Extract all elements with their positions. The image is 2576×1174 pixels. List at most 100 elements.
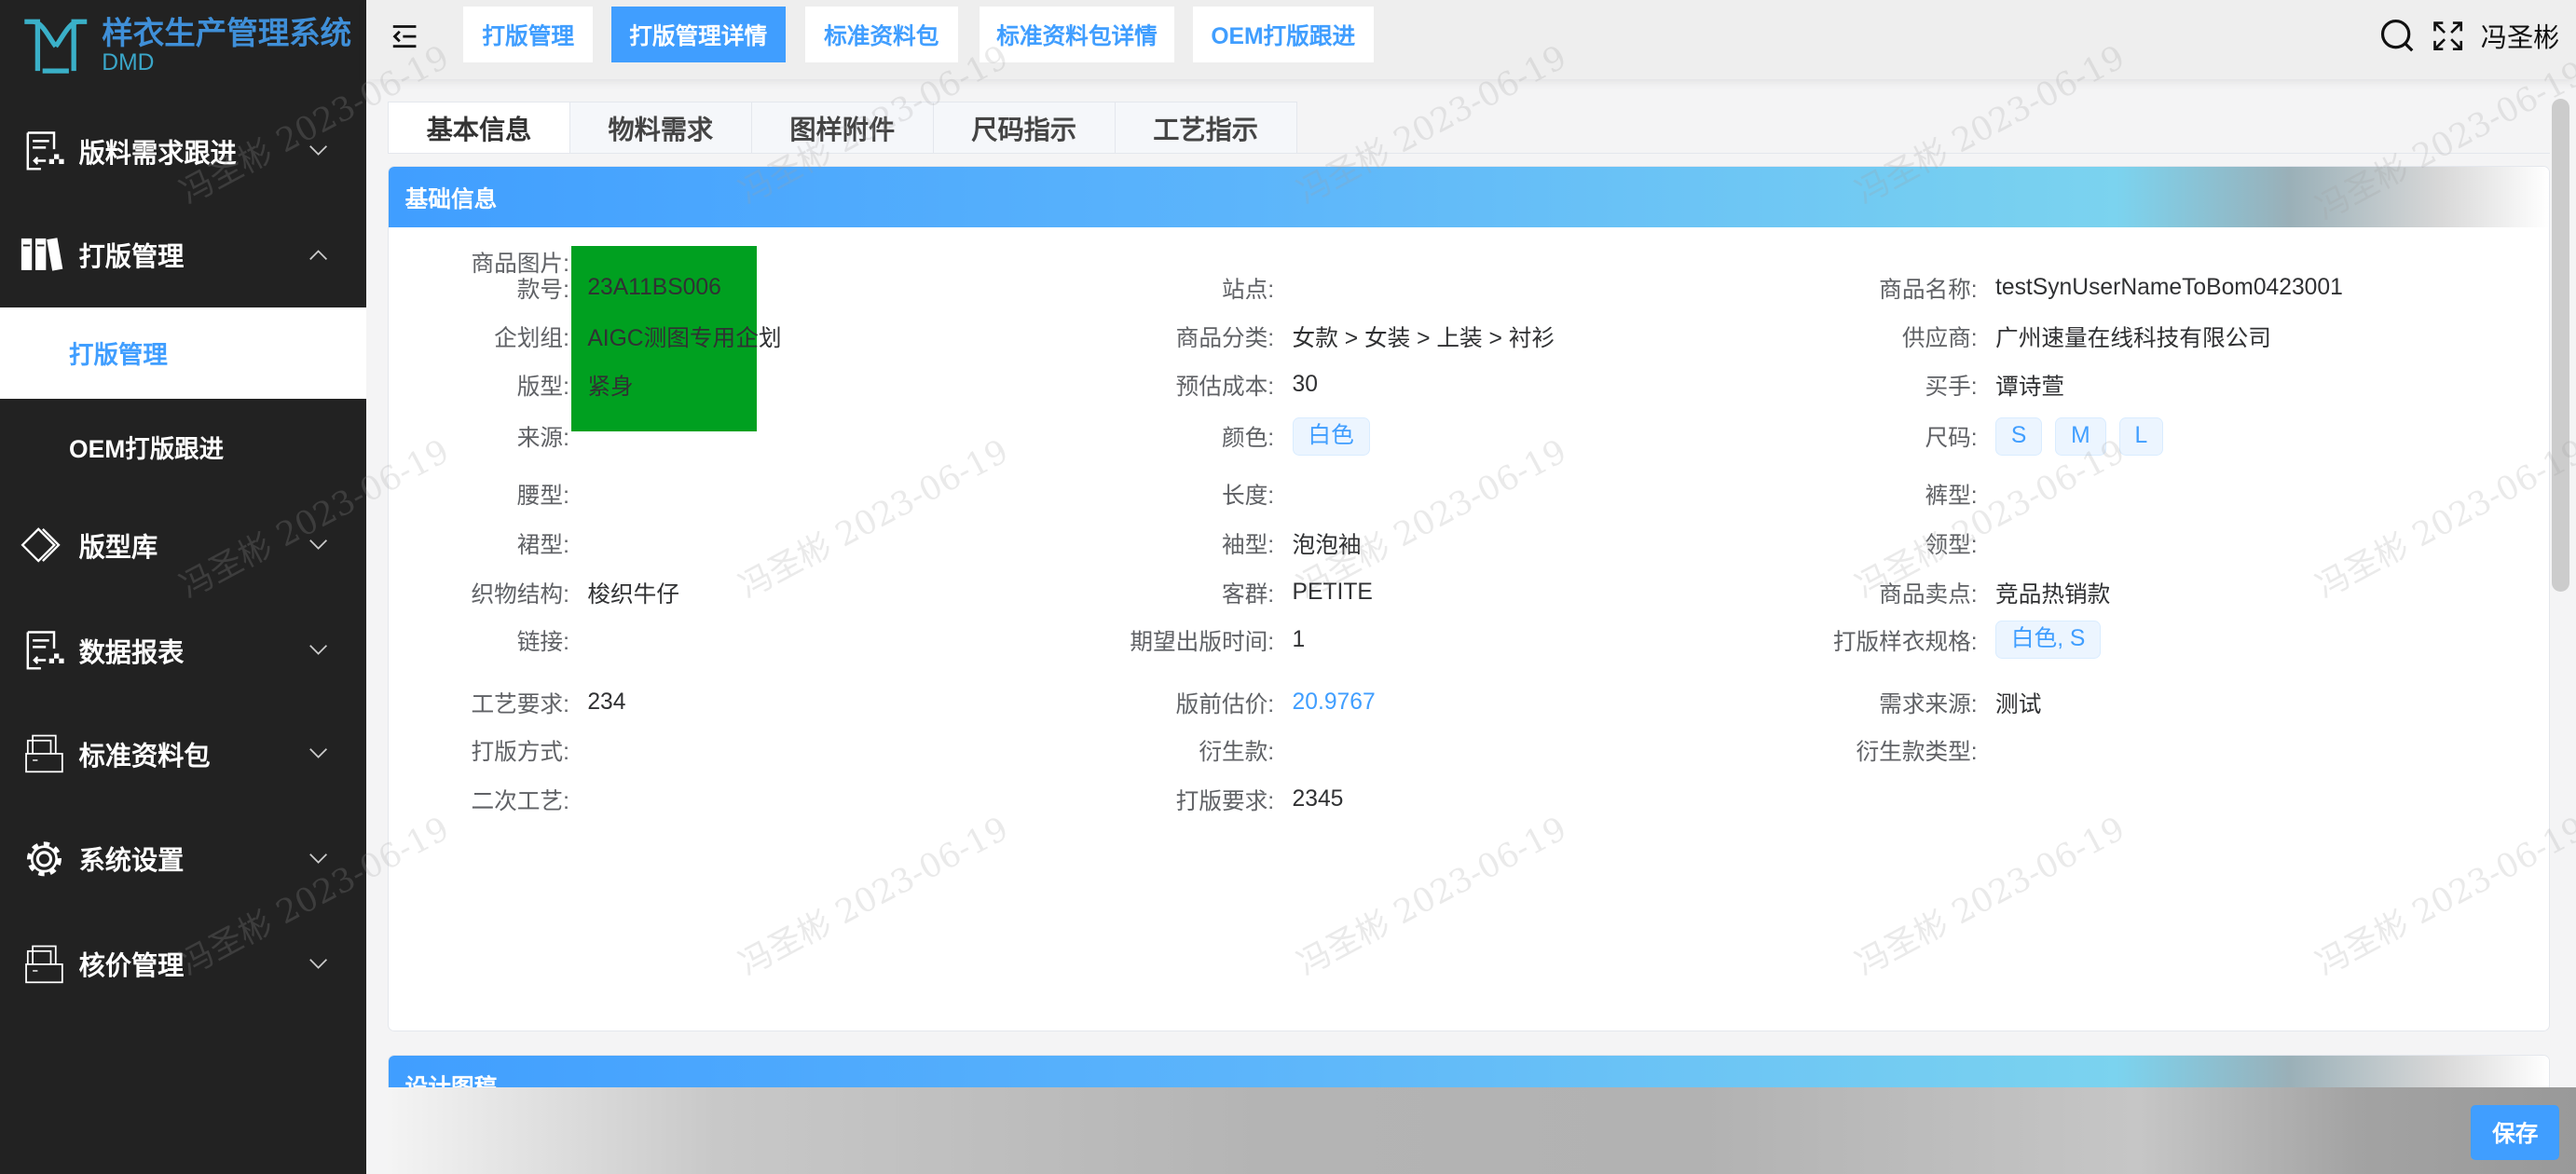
- field-label: 尺码:: [1925, 426, 1978, 452]
- field-label: 袖型:: [1221, 532, 1275, 558]
- header-tab-3[interactable]: 标准资料包详情: [979, 7, 1175, 62]
- sidebar-item-label: 版料需求跟进: [78, 137, 237, 168]
- sidebar-item-4[interactable]: 标准资料包: [0, 708, 366, 800]
- field-19: 客群: PETITE: [1093, 572, 1373, 611]
- field-26: 需求来源: 测试: [1797, 683, 2041, 722]
- field-label: 腰型:: [516, 483, 569, 509]
- field-4: 商品分类: 女款 > 女装 > 上装 > 衬衫: [1093, 316, 1555, 355]
- value-link[interactable]: 20.9767: [1293, 689, 1376, 716]
- gear-icon: [20, 838, 69, 880]
- chevron-down-icon: [301, 747, 337, 760]
- sidebar-item-6[interactable]: 核价管理: [0, 918, 366, 1010]
- field-12: 腰型:: [389, 474, 587, 513]
- header-tab-2[interactable]: 标准资料包: [804, 7, 958, 62]
- field-label: 打版方式:: [471, 739, 569, 765]
- field-label: 打版要求:: [1175, 788, 1275, 814]
- value-text: 竞品热销款: [1995, 581, 2111, 607]
- field-value: AIGC测图专用企划: [587, 320, 781, 353]
- field-9: 来源:: [389, 416, 587, 456]
- field-value: 30: [1293, 372, 1318, 398]
- field-label: 裤型:: [1925, 483, 1978, 509]
- sidebar-item-label: 打版管理: [78, 240, 185, 271]
- field-label: 来源:: [516, 426, 569, 452]
- logo: 样衣生产管理系统 DMD: [20, 17, 351, 83]
- app-title: 样衣生产管理系统: [102, 16, 352, 51]
- report-icon: [20, 629, 69, 672]
- field-22: 期望出版时间: 1: [1093, 621, 1305, 660]
- field-10: 颜色: 白色: [1093, 416, 1370, 456]
- sidebar-item-2[interactable]: 版型库: [0, 499, 366, 592]
- footer-bar: 保存: [388, 1086, 2576, 1174]
- value-text: 梭织牛仔: [587, 581, 679, 607]
- save-button[interactable]: 保存: [2471, 1105, 2560, 1160]
- field-27: 打版方式:: [389, 730, 587, 770]
- sidebar-item-1[interactable]: 打版管理: [0, 209, 366, 301]
- sidebar-subitem-1[interactable]: OEM打版跟进: [0, 401, 366, 493]
- field-value: 女款 > 女装 > 上装 > 衬衫: [1293, 320, 1555, 353]
- chevron-down-icon: [301, 958, 337, 971]
- content-tab-1[interactable]: 物料需求: [569, 102, 751, 154]
- field-value: 紧身: [587, 368, 633, 402]
- field-15: 裙型:: [389, 524, 587, 563]
- field-label: 长度:: [1221, 483, 1275, 509]
- header-tab-4[interactable]: OEM打版跟进: [1192, 7, 1374, 62]
- field-value: testSynUserNameToBom0423001: [1995, 275, 2343, 301]
- sidebar-item-label: 核价管理: [78, 950, 185, 981]
- field-value: 2345: [1293, 786, 1344, 812]
- field-24: 工艺要求: 234: [389, 683, 625, 722]
- field-18: 织物结构: 梭织牛仔: [389, 572, 679, 611]
- field-1: 站点:: [1093, 268, 1292, 307]
- search-icon[interactable]: [2379, 18, 2416, 54]
- content-tab-2[interactable]: 图样附件: [750, 102, 933, 154]
- top-header: 打版管理 打版管理详情 标准资料包 标准资料包详情 OEM打版跟进 冯圣彬: [366, 0, 2576, 79]
- value-text: 谭诗萱: [1995, 375, 2065, 401]
- content-tab-3[interactable]: 尺码指示: [932, 102, 1115, 154]
- sidebar-subitem-0[interactable]: 打版管理: [0, 307, 367, 400]
- field-label: 链接:: [516, 629, 569, 655]
- value-text: testSynUserNameToBom0423001: [1995, 275, 2343, 301]
- menu-toggle-icon[interactable]: [391, 23, 418, 49]
- field-value: 白色, S: [1995, 621, 2102, 660]
- sidebar-item-label: 数据报表: [78, 636, 185, 667]
- sidebar-item-3[interactable]: 数据报表: [0, 605, 366, 697]
- field-label: 商品分类:: [1175, 325, 1275, 351]
- sidebar-item-5[interactable]: 系统设置: [0, 813, 366, 906]
- field-29: 衍生款类型:: [1797, 730, 1995, 770]
- field-31: 打版要求: 2345: [1093, 780, 1344, 819]
- field-16: 袖型: 泡泡袖: [1093, 524, 1362, 563]
- user-name[interactable]: 冯圣彬: [2481, 17, 2560, 55]
- sidebar-item-label: 系统设置: [78, 845, 185, 876]
- field-25: 版前估价: 20.9767: [1093, 683, 1376, 722]
- layers-icon: [20, 524, 69, 567]
- field-value: 梭织牛仔: [587, 576, 679, 609]
- basic-info-title: 基础信息: [389, 167, 2549, 228]
- value-text: 23A11BS006: [587, 275, 721, 301]
- header-tab-0[interactable]: 打版管理: [463, 7, 594, 62]
- report-icon: [20, 130, 69, 172]
- header-tab-1[interactable]: 打版管理详情: [610, 7, 786, 62]
- app-root: 样衣生产管理系统 DMD 版料需求跟进 打版管理 版型库 数据报表 标准资料包 系统设置 核价…: [0, 0, 2576, 1174]
- field-label: 供应商:: [1901, 325, 1978, 351]
- value-text: PETITE: [1292, 579, 1373, 605]
- field-value: SML: [1995, 416, 2164, 456]
- field-label: 预估成本:: [1175, 375, 1275, 401]
- field-label: 工艺要求:: [471, 691, 569, 717]
- field-23: 打版样衣规格: 白色, S: [1797, 621, 2102, 660]
- sidebar-item-0[interactable]: 版料需求跟进: [0, 105, 366, 198]
- field-label: 二次工艺:: [471, 788, 569, 814]
- fullscreen-icon[interactable]: [2432, 20, 2464, 52]
- field-20: 商品卖点: 竞品热销款: [1797, 572, 2111, 611]
- bom-folder-icon: [20, 943, 69, 986]
- field-value: 1: [1293, 627, 1306, 653]
- content-tab-0[interactable]: 基本信息: [389, 102, 569, 154]
- content-tab-4[interactable]: 工艺指示: [1114, 102, 1296, 154]
- field-value: 测试: [1995, 686, 2041, 719]
- field-label: 领型:: [1925, 532, 1978, 558]
- content-tabs: 基本信息 物料需求 图样附件 尺码指示 工艺指示: [388, 102, 1297, 154]
- app-subtitle: DMD: [102, 50, 155, 76]
- sidebar: 样衣生产管理系统 DMD 版料需求跟进 打版管理 版型库 数据报表 标准资料包 系统设置 核价…: [0, 0, 367, 1174]
- field-label: 打版样衣规格:: [1832, 629, 1978, 655]
- scrollbar[interactable]: [2551, 98, 2570, 592]
- field-3: 企划组: AIGC测图专用企划: [389, 316, 781, 355]
- field-label: 衍生款:: [1199, 739, 1275, 765]
